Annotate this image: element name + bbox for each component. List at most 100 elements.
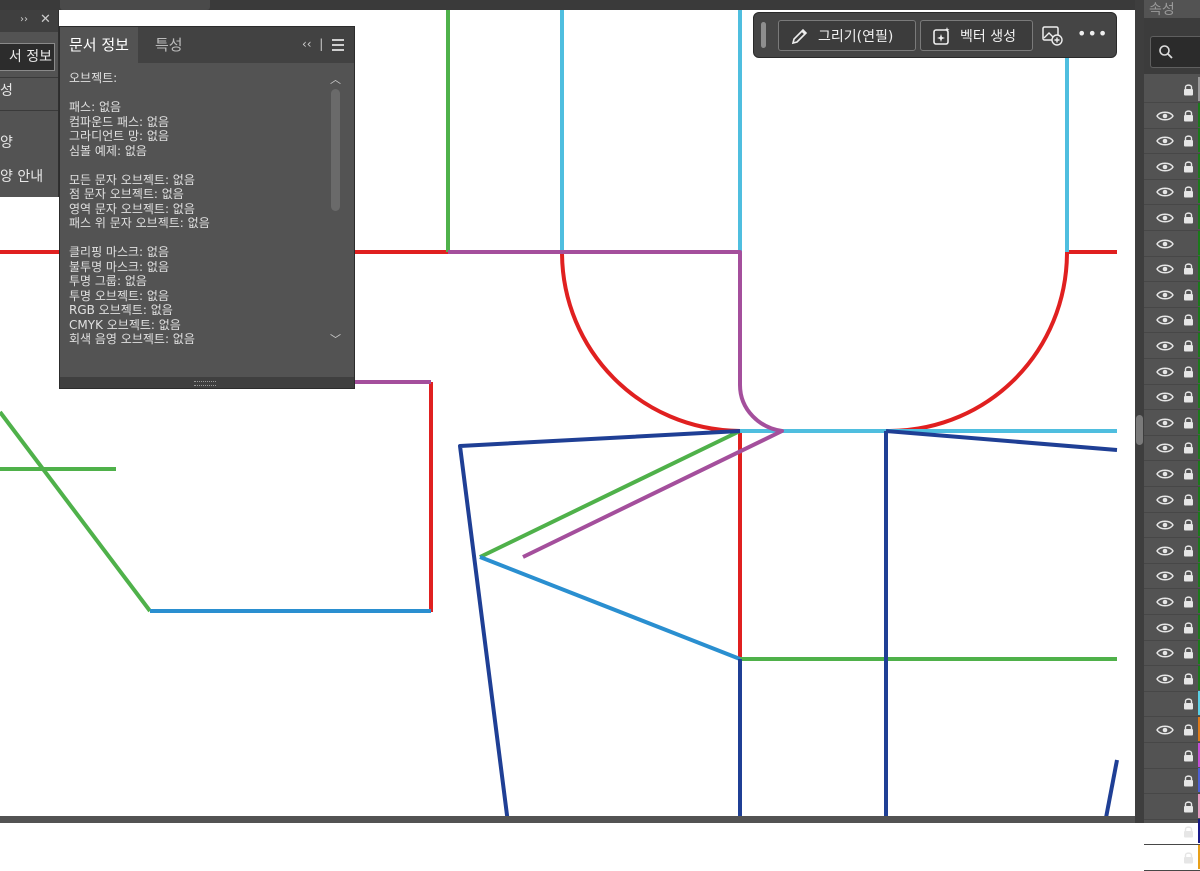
layer-row[interactable] — [1144, 461, 1200, 487]
more-options-icon[interactable]: ••• — [1077, 24, 1108, 43]
layer-row[interactable] — [1144, 128, 1200, 155]
draw-pencil-button[interactable]: 그리기(연필) — [778, 20, 916, 51]
layer-row[interactable] — [1144, 640, 1200, 667]
visibility-eye-icon[interactable] — [1156, 724, 1174, 736]
visibility-eye-icon[interactable] — [1156, 596, 1174, 608]
visibility-eye-icon[interactable] — [1156, 442, 1174, 454]
visibility-eye-icon[interactable] — [1156, 673, 1174, 685]
tab-attributes[interactable]: 특성 — [146, 27, 192, 63]
lock-icon[interactable] — [1183, 621, 1194, 634]
visibility-eye-icon[interactable] — [1156, 314, 1174, 326]
visibility-eye-icon[interactable] — [1156, 570, 1174, 582]
layer-row[interactable] — [1144, 717, 1200, 743]
lock-icon[interactable] — [1183, 390, 1194, 403]
lock-icon[interactable] — [1183, 825, 1194, 838]
visibility-eye-icon[interactable] — [1156, 110, 1174, 122]
layer-row[interactable] — [1144, 179, 1200, 206]
layer-row[interactable] — [1144, 409, 1200, 436]
lock-icon[interactable] — [1183, 672, 1194, 685]
lock-icon[interactable] — [1183, 467, 1194, 480]
drag-handle[interactable] — [761, 22, 766, 48]
document-tab-stub[interactable] — [60, 0, 210, 10]
lock-icon[interactable] — [1183, 160, 1194, 173]
visibility-eye-icon[interactable] — [1156, 494, 1174, 506]
lock-icon[interactable] — [1183, 544, 1194, 557]
visibility-eye-icon[interactable] — [1156, 775, 1174, 787]
lock-icon[interactable] — [1183, 83, 1194, 96]
layer-row[interactable] — [1144, 384, 1200, 411]
lock-icon[interactable] — [1183, 493, 1194, 506]
visibility-eye-icon[interactable] — [1156, 519, 1174, 531]
scrollbar-thumb[interactable] — [331, 89, 340, 211]
lock-icon[interactable] — [1183, 288, 1194, 301]
layer-row[interactable] — [1144, 256, 1200, 283]
tab-document-info[interactable]: 서 정보 — [0, 43, 55, 71]
lock-icon[interactable] — [1183, 211, 1194, 224]
lock-icon[interactable] — [1183, 800, 1194, 813]
visibility-eye-icon[interactable] — [1156, 545, 1174, 557]
expand-panels-icon[interactable]: ›› — [20, 14, 28, 25]
panel-resize-handle[interactable] — [60, 377, 354, 388]
visibility-eye-icon[interactable] — [1156, 750, 1174, 762]
panel-menu-icon[interactable] — [332, 39, 344, 54]
panel-item-1[interactable]: 성 — [0, 80, 13, 100]
layer-row[interactable] — [1144, 153, 1200, 180]
visibility-eye-icon[interactable] — [1156, 161, 1174, 173]
panel-item-2[interactable]: 양 — [0, 132, 13, 152]
lock-icon[interactable] — [1183, 237, 1194, 250]
visibility-eye-icon[interactable] — [1156, 622, 1174, 634]
lock-icon[interactable] — [1183, 441, 1194, 454]
bottom-scrollbar[interactable] — [0, 816, 1135, 823]
visibility-eye-icon[interactable] — [1156, 212, 1174, 224]
lock-icon[interactable] — [1183, 313, 1194, 326]
visibility-eye-icon[interactable] — [1156, 238, 1174, 250]
lock-icon[interactable] — [1183, 851, 1194, 864]
image-add-icon[interactable] — [1041, 24, 1063, 46]
layer-row[interactable] — [1144, 205, 1200, 231]
visibility-eye-icon[interactable] — [1156, 340, 1174, 352]
layer-row[interactable] — [1144, 614, 1200, 641]
layer-row[interactable] — [1144, 512, 1200, 539]
layer-row[interactable] — [1144, 102, 1200, 129]
lock-icon[interactable] — [1183, 134, 1194, 147]
layer-row[interactable] — [1144, 563, 1200, 590]
layer-row[interactable] — [1144, 819, 1200, 846]
chevron-up-icon[interactable]: ︿ — [330, 71, 341, 87]
tab-document-info[interactable]: 문서 정보 — [60, 27, 138, 63]
layer-row[interactable] — [1144, 665, 1200, 692]
visibility-eye-icon[interactable] — [1156, 468, 1174, 480]
layer-row[interactable] — [1144, 281, 1200, 308]
canvas-vertical-scrollbar[interactable] — [1135, 0, 1144, 823]
layer-row[interactable] — [1144, 77, 1200, 103]
layer-search-input[interactable] — [1150, 36, 1200, 68]
layer-row[interactable] — [1144, 486, 1200, 513]
lock-icon[interactable] — [1183, 339, 1194, 352]
layer-row[interactable] — [1144, 768, 1200, 795]
layer-row[interactable] — [1144, 742, 1200, 769]
layer-row[interactable] — [1144, 589, 1200, 615]
lock-icon[interactable] — [1183, 697, 1194, 710]
lock-icon[interactable] — [1183, 185, 1194, 198]
lock-icon[interactable] — [1183, 109, 1194, 122]
visibility-eye-icon[interactable] — [1156, 417, 1174, 429]
visibility-eye-icon[interactable] — [1156, 698, 1174, 710]
layer-row[interactable] — [1144, 537, 1200, 564]
layer-row[interactable] — [1144, 845, 1200, 871]
lock-icon[interactable] — [1183, 262, 1194, 275]
layer-row[interactable] — [1144, 333, 1200, 359]
visibility-eye-icon[interactable] — [1156, 366, 1174, 378]
visibility-eye-icon[interactable] — [1156, 647, 1174, 659]
layer-row[interactable] — [1144, 230, 1200, 257]
scrollbar-thumb[interactable] — [1136, 415, 1143, 445]
lock-icon[interactable] — [1183, 774, 1194, 787]
visibility-eye-icon[interactable] — [1156, 826, 1174, 838]
lock-icon[interactable] — [1183, 518, 1194, 531]
visibility-eye-icon[interactable] — [1156, 84, 1174, 96]
close-icon[interactable]: ✕ — [40, 12, 51, 27]
lock-icon[interactable] — [1183, 749, 1194, 762]
visibility-eye-icon[interactable] — [1156, 391, 1174, 403]
properties-tab[interactable]: 속성 — [1149, 0, 1175, 19]
collapse-panel-icon[interactable]: ‹‹ | — [302, 37, 323, 51]
lock-icon[interactable] — [1183, 723, 1194, 736]
layer-row[interactable] — [1144, 358, 1200, 385]
